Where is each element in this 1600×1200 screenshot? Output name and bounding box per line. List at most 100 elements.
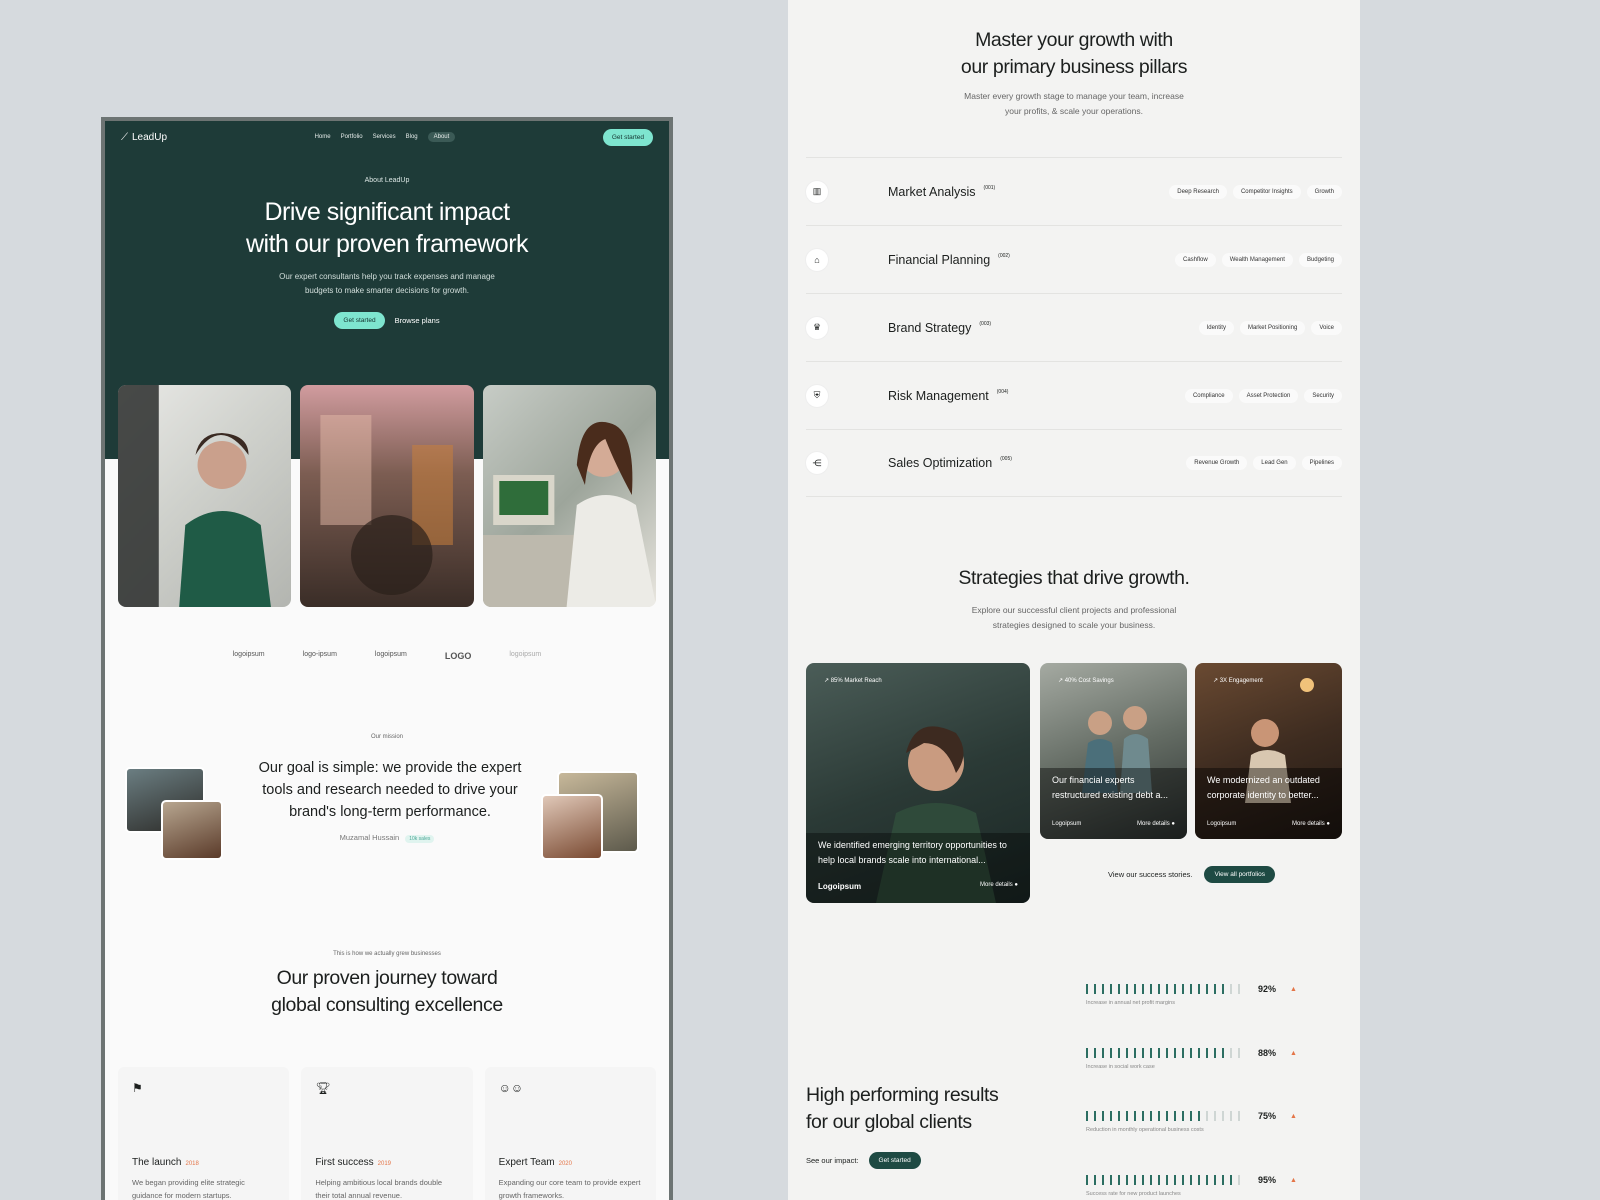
progress-tick <box>1102 1111 1104 1121</box>
trend-icon: ↗ <box>1058 678 1065 684</box>
trend-icon: ↗ <box>824 678 831 684</box>
pillar-tags: Revenue Growth Lead Gen Pipelines <box>1186 456 1342 470</box>
stat-progress-bars <box>1086 1175 1240 1185</box>
stat-progress-bars <box>1086 984 1240 994</box>
progress-tick <box>1206 984 1208 994</box>
mission-eyebrow: Our mission <box>370 734 403 740</box>
client-brand: Logoipsum <box>818 882 862 891</box>
milestone-card-success: 🏆︎ First success 2019 Helping ambitious l… <box>301 1067 473 1200</box>
pillar-row-market-analysis[interactable]: ▥ Market Analysis (001) Deep Research Com… <box>806 157 1342 225</box>
progress-tick <box>1102 1048 1104 1058</box>
metric-badge: ↗ 85% Market Reach <box>824 678 882 684</box>
progress-tick <box>1158 984 1160 994</box>
photo-office-blur <box>300 385 474 607</box>
client-logo-3: logoipsum <box>374 651 407 658</box>
progress-tick <box>1142 984 1144 994</box>
nav-get-started-button[interactable]: Get started <box>602 128 653 146</box>
top-nav: ⟋ LeadUp Home Portfolio Services Blog Abo… <box>105 121 669 147</box>
progress-tick <box>1230 1048 1232 1058</box>
progress-tick <box>1158 1175 1160 1185</box>
progress-tick <box>1134 1048 1136 1058</box>
client-logos: logoipsum logo-ipsum logoipsum LOGO logo… <box>105 651 669 661</box>
progress-tick <box>1238 1175 1240 1185</box>
progress-tick <box>1174 1048 1176 1058</box>
stat-percent: 95% <box>1258 1175 1277 1185</box>
progress-tick <box>1214 1048 1216 1058</box>
progress-tick <box>1214 984 1216 994</box>
progress-tick <box>1118 1048 1120 1058</box>
progress-tick <box>1222 984 1224 994</box>
arrow-up-icon: ▲ <box>1290 985 1297 993</box>
trophy-icon: 🏆︎ <box>315 1081 331 1095</box>
trend-icon: ↗ <box>1213 678 1220 684</box>
progress-tick <box>1230 984 1232 994</box>
stat-percent: 75% <box>1258 1111 1277 1121</box>
metric-badge: ↗ 40% Cost Savings <box>1058 678 1114 684</box>
mission-author: Muzamal Hussain 10k sales <box>105 833 669 843</box>
pillar-row-risk-management[interactable]: ⛨ Risk Management (004) Compliance Asset … <box>806 361 1342 429</box>
pillar-row-brand-strategy[interactable]: ♛ Brand Strategy (003) Identity Market Po… <box>806 293 1342 361</box>
progress-tick <box>1134 1175 1136 1185</box>
project-card-engagement[interactable]: ↗ 3X Engagement We modernized an outdate… <box>1195 663 1342 839</box>
progress-tick <box>1182 1048 1184 1058</box>
impact-get-started-button[interactable]: Get started <box>868 1152 921 1169</box>
progress-tick <box>1094 1111 1096 1121</box>
nav-blog[interactable]: Blog <box>406 134 418 140</box>
progress-tick <box>1126 1111 1128 1121</box>
milestone-year: 2020 <box>558 1161 572 1167</box>
progress-tick <box>1174 1111 1176 1121</box>
progress-tick <box>1230 1175 1232 1185</box>
nav-portfolio[interactable]: Portfolio <box>341 134 363 140</box>
progress-tick <box>1102 984 1104 994</box>
arrow-up-icon: ▲ <box>1290 1049 1297 1057</box>
progress-tick <box>1094 1048 1096 1058</box>
progress-tick <box>1198 984 1200 994</box>
more-details-link[interactable]: More details ● <box>980 882 1018 891</box>
hero-get-started-button[interactable]: Get started <box>334 312 385 329</box>
stat-row-costs: 75% ▲ Reduction in monthly operational bu… <box>1086 1111 1297 1133</box>
client-logo-2: logo-ipsum <box>302 651 337 658</box>
results-title: High performing results for our global c… <box>806 1084 999 1133</box>
nav-home[interactable]: Home <box>315 134 331 140</box>
progress-tick <box>1086 1175 1088 1185</box>
progress-tick <box>1214 1175 1216 1185</box>
milestone-year: 2018 <box>185 1161 199 1167</box>
browse-plans-button[interactable]: Browse plans <box>395 316 440 325</box>
progress-tick <box>1206 1048 1208 1058</box>
mission-quote: Our goal is simple: we provide the exper… <box>258 760 522 820</box>
pillar-row-sales-optimization[interactable]: ⋲ Sales Optimization (005) Revenue Growth… <box>806 429 1342 497</box>
hero-title: Drive significant impact with our proven… <box>245 198 529 258</box>
nav-about[interactable]: About <box>427 132 456 142</box>
progress-tick <box>1142 1175 1144 1185</box>
hero-subtitle: Our expert consultants help you track ex… <box>279 272 495 295</box>
progress-tick <box>1238 1048 1240 1058</box>
chart-icon: ▥ <box>806 180 828 203</box>
hero-eyebrow: About LeadUp <box>364 177 410 184</box>
progress-tick <box>1206 1175 1208 1185</box>
progress-tick <box>1222 1175 1224 1185</box>
more-details-link[interactable]: More details ● <box>1292 821 1330 827</box>
stat-progress-bars <box>1086 1048 1240 1058</box>
hero-photos <box>118 385 656 607</box>
progress-tick <box>1150 1048 1152 1058</box>
network-icon: ⋲ <box>806 452 828 474</box>
pillar-tags: Cashflow Wealth Management Budgeting <box>1175 252 1342 267</box>
project-card-market-reach[interactable]: ↗ 85% Market Reach We identified emergin… <box>806 663 1030 903</box>
more-details-link[interactable]: More details ● <box>1137 821 1175 827</box>
progress-tick <box>1206 1111 1208 1121</box>
progress-tick <box>1166 984 1168 994</box>
view-all-portfolios-button[interactable]: View all portfolios <box>1204 866 1275 883</box>
impact-cta: See our impact: Get started <box>806 1152 921 1169</box>
pillar-tags: Compliance Asset Protection Security <box>1184 388 1342 403</box>
progress-tick <box>1134 984 1136 994</box>
nav-services[interactable]: Services <box>373 134 396 140</box>
brand-logo[interactable]: ⟋ LeadUp <box>121 132 167 143</box>
milestone-card-launch: ⚑ The launch 2018 We began providing elit… <box>118 1067 290 1200</box>
client-brand: Logoipsum <box>1052 821 1082 827</box>
progress-tick <box>1142 1048 1144 1058</box>
photo-consultant-computer <box>482 385 656 607</box>
pillar-row-financial-planning[interactable]: ⌂ Financial Planning (002) Cashflow Wealt… <box>806 225 1342 293</box>
progress-tick <box>1094 984 1096 994</box>
project-card-cost-savings[interactable]: ↗ 40% Cost Savings Our financial experts… <box>1040 663 1187 839</box>
progress-tick <box>1222 1048 1224 1058</box>
